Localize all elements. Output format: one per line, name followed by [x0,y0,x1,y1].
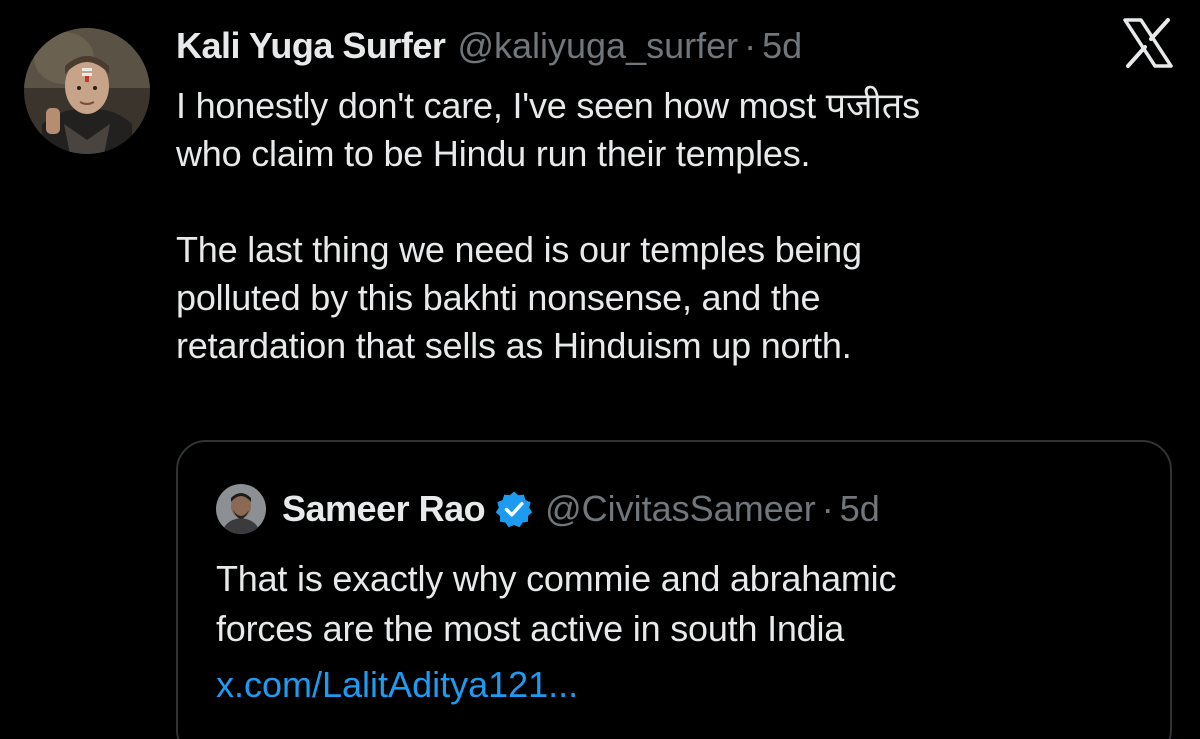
quoted-avatar-photo [216,484,266,534]
quoted-tweet-card[interactable]: Sameer Rao @CivitasSameer · 5d That is e… [176,440,1172,739]
quoted-tweet-link[interactable]: x.com/LalitAditya121... [216,660,578,710]
tweet-text-line: I honestly don't care, I've seen how mos… [176,85,920,126]
quoted-author-display-name[interactable]: Sameer Rao [282,488,486,530]
tweet-text-line: retardation that sells as Hinduism up no… [176,325,852,366]
tweet-text-line: polluted by this bakhti nonsense, and th… [176,277,821,318]
tweet-text-line: The last thing we need is our temples be… [176,229,862,270]
quoted-author-avatar[interactable] [216,484,266,534]
quoted-author-handle[interactable]: @CivitasSameer [545,488,816,530]
verified-badge-icon [495,490,533,528]
author-avatar[interactable] [24,28,150,154]
author-display-name[interactable]: Kali Yuga Surfer [176,25,446,67]
x-logo-icon[interactable] [1122,18,1174,68]
tweet-timestamp[interactable]: 5d [762,25,802,67]
quoted-text-line: forces are the most active in south Indi… [216,608,845,649]
separator-dot: · [744,25,757,66]
author-handle[interactable]: @kaliyuga_surfer [457,25,738,67]
tweet-text-line: who claim to be Hindu run their temples. [176,133,811,174]
quoted-tweet-timestamp[interactable]: 5d [840,488,880,530]
tweet-header: Kali Yuga Surfer @kaliyuga_surfer · 5d [176,22,802,70]
avatar-photo [24,28,150,154]
tweet-body: I honestly don't care, I've seen how mos… [176,82,1136,370]
quoted-text-line: That is exactly why commie and abrahamic [216,558,897,599]
separator-dot: · [821,488,834,529]
quoted-tweet-header: Sameer Rao @CivitasSameer · 5d [282,484,880,534]
quoted-tweet-body: That is exactly why commie and abrahamic… [216,554,1146,654]
